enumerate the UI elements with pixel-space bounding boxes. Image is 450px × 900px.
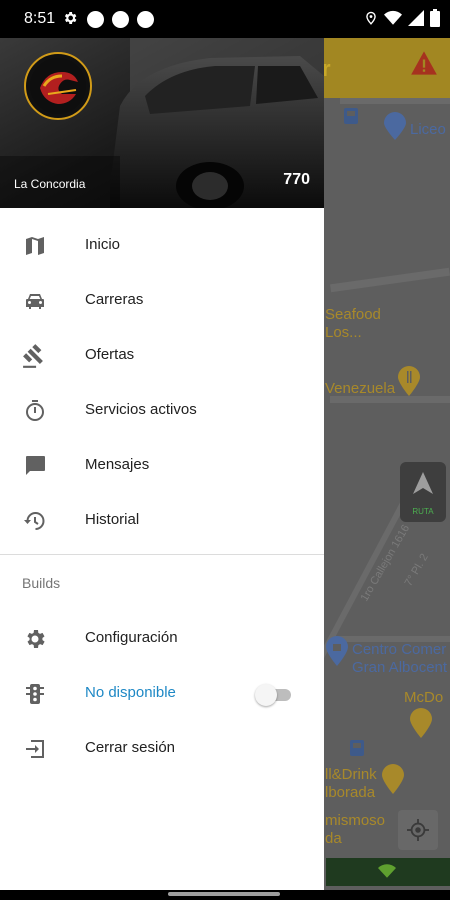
menu-item-label: Historial (85, 511, 140, 528)
map-label-centro: Centro Comer Gran Albocent (352, 641, 448, 676)
status-time: 8:51 (24, 10, 56, 27)
toggle-thumb (255, 684, 277, 706)
timer-icon (22, 398, 48, 424)
gavel-icon (22, 343, 48, 369)
history-icon (22, 508, 48, 534)
crosshair-icon (407, 819, 429, 846)
map-icon (22, 233, 48, 259)
company-name: La Concordia (14, 177, 86, 191)
message-icon (22, 453, 48, 479)
home-gesture-pill[interactable] (168, 892, 280, 896)
logout-icon (22, 736, 48, 762)
restaurant-pin-icon (410, 708, 432, 743)
section-header-builds: Builds (0, 555, 324, 611)
map-street (330, 267, 450, 293)
header-count: 770 (283, 171, 310, 188)
signal-icon (408, 10, 424, 31)
battery-icon (430, 9, 440, 32)
map-bottom-bar (326, 858, 450, 886)
map-street (340, 98, 450, 104)
navigation-drawer: La Concordia 770 Inicio Carreras Ofertas… (0, 36, 324, 890)
menu-item-mensajes[interactable]: Mensajes (0, 438, 324, 493)
school-pin-icon (384, 112, 406, 145)
menu-item-inicio[interactable]: Inicio (0, 218, 324, 273)
map-label-mcdo: McDo (404, 689, 444, 706)
map-label-liceo: Liceo (410, 121, 446, 138)
location-icon (364, 9, 378, 32)
menu-item-cerrar-sesion[interactable]: Cerrar sesión (0, 721, 324, 776)
shopping-pin-icon (326, 636, 348, 671)
menu-item-label: Mensajes (85, 456, 150, 473)
restaurant-pin-icon (398, 366, 420, 401)
my-location-button[interactable] (398, 810, 438, 850)
company-logo (24, 52, 92, 120)
availability-toggle[interactable] (255, 683, 293, 706)
menu-item-configuracion[interactable]: Configuración (0, 611, 324, 666)
wifi-icon (384, 10, 402, 31)
navigation-arrow-icon (413, 472, 433, 499)
menu-item-carreras[interactable]: Carreras (0, 273, 324, 328)
map-label-venezuela: Venezuela (325, 380, 396, 397)
status-bar: 8:51 (0, 0, 450, 38)
wifi-icon (378, 864, 396, 883)
transit-icon (344, 108, 358, 129)
availability-status-label: No disponible (85, 684, 176, 701)
menu-item-historial[interactable]: Historial (0, 493, 324, 548)
restaurant-pin-icon (382, 764, 404, 799)
ruta-button[interactable]: RUTA (400, 462, 446, 522)
map-label-mismoso: mismoso da (325, 812, 386, 847)
gear-icon (22, 626, 48, 652)
menu-item-label: Configuración (85, 629, 178, 646)
notification-dot (112, 11, 129, 28)
drawer-header: La Concordia 770 (0, 36, 324, 208)
menu-item-servicios-activos[interactable]: Servicios activos (0, 383, 324, 438)
menu-item-disponibilidad[interactable]: No disponible (0, 666, 324, 721)
system-nav-bar (0, 890, 450, 900)
settings-icon (62, 10, 78, 31)
screen: 8:51 r Liceo Seafood Los... Venezuela 1r… (0, 0, 450, 900)
map-label-pl2: 7° Pl. 2 (402, 551, 431, 589)
drawer-menu: Inicio Carreras Ofertas Servicios activo… (0, 208, 324, 776)
menu-item-label: Cerrar sesión (85, 739, 176, 756)
ruta-label: RUTA (412, 507, 434, 516)
car-icon (22, 288, 48, 314)
menu-item-label: Carreras (85, 291, 144, 308)
warning-icon[interactable] (410, 50, 438, 81)
transit-icon (350, 740, 364, 761)
menu-item-label: Ofertas (85, 346, 135, 363)
map-label-seafood: Seafood Los... (325, 306, 381, 341)
section-title: Builds (22, 575, 61, 591)
menu-item-label: Servicios activos (85, 401, 197, 418)
traffic-light-icon (22, 681, 48, 707)
map-label-grill: ll&Drink lborada (325, 766, 377, 801)
notification-dot (137, 11, 154, 28)
menu-item-label: Inicio (85, 236, 121, 253)
notification-dot (87, 11, 104, 28)
menu-item-ofertas[interactable]: Ofertas (0, 328, 324, 383)
